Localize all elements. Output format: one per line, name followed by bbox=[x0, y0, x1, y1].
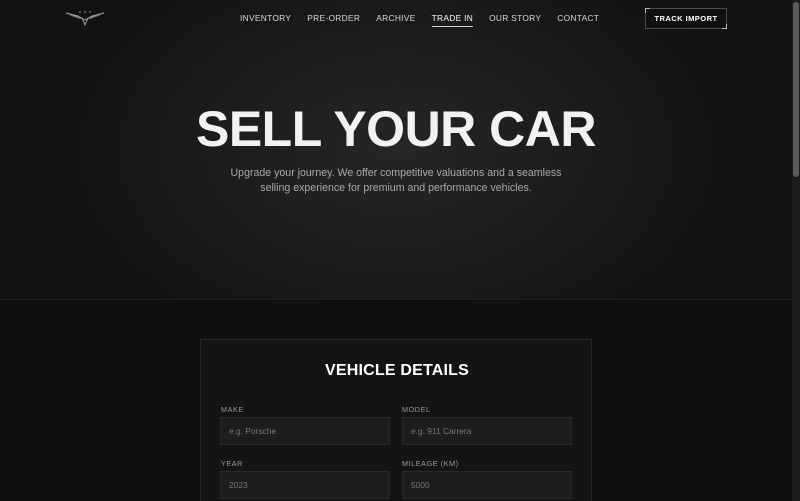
mileage-input[interactable] bbox=[402, 471, 572, 499]
page-title: SELL YOUR CAR bbox=[195, 101, 597, 157]
track-import-button[interactable]: TRACK IMPORT bbox=[645, 8, 727, 29]
nav-link-trade-in[interactable]: TRADE IN bbox=[431, 13, 474, 27]
year-input[interactable] bbox=[220, 471, 390, 499]
form-title: VEHICLE DETAILS bbox=[324, 362, 470, 379]
nav-link-inventory[interactable]: INVENTORY bbox=[240, 13, 291, 27]
top-nav: INVENTORY PRE-ORDER ARCHIVE TRADE IN OUR… bbox=[0, 0, 792, 36]
nav-link-pre-order[interactable]: PRE-ORDER bbox=[307, 13, 360, 27]
model-input[interactable] bbox=[402, 417, 572, 445]
scrollbar-thumb[interactable] bbox=[793, 2, 799, 177]
nav-link-contact[interactable]: CONTACT bbox=[557, 13, 599, 27]
nav-links: INVENTORY PRE-ORDER ARCHIVE TRADE IN OUR… bbox=[240, 13, 615, 27]
year-label: YEAR bbox=[221, 459, 243, 468]
vehicle-details-form: VEHICLE DETAILS MAKE MODEL YEAR MILEAGE … bbox=[200, 339, 592, 501]
hero-subtitle: Upgrade your journey. We offer competiti… bbox=[230, 167, 562, 194]
page-scrollbar[interactable] bbox=[792, 0, 800, 501]
winged-logo-icon[interactable] bbox=[64, 9, 106, 27]
model-label: MODEL bbox=[402, 405, 431, 414]
hero-section: INVENTORY PRE-ORDER ARCHIVE TRADE IN OUR… bbox=[0, 0, 792, 300]
make-input[interactable] bbox=[220, 417, 390, 445]
make-label: MAKE bbox=[221, 405, 244, 414]
nav-link-archive[interactable]: ARCHIVE bbox=[376, 13, 415, 27]
mileage-label: MILEAGE (KM) bbox=[402, 459, 459, 468]
nav-link-our-story[interactable]: OUR STORY bbox=[489, 13, 541, 27]
